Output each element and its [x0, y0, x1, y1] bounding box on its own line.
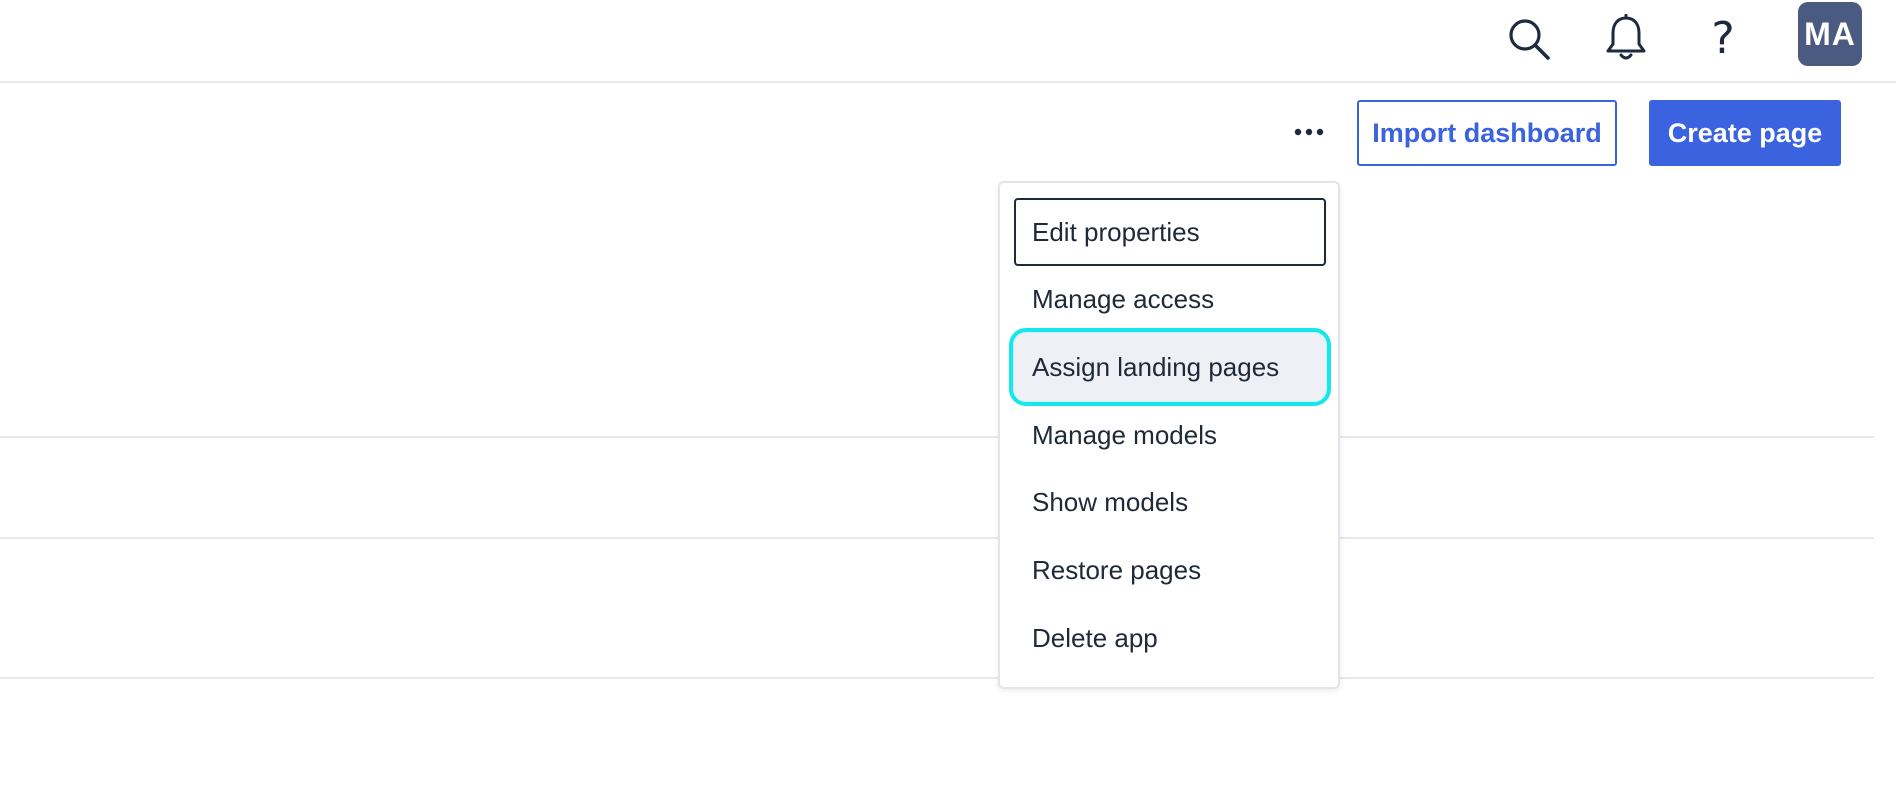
top-bar: ? MA: [0, 0, 1896, 83]
actions-dropdown-menu: Edit properties Manage access Assign lan…: [998, 181, 1340, 689]
help-icon[interactable]: ?: [1692, 8, 1754, 70]
help-glyph: ?: [1711, 13, 1735, 64]
more-options-button[interactable]: [1290, 115, 1328, 149]
menu-item-edit-properties[interactable]: Edit properties: [1014, 198, 1326, 266]
menu-item-assign-landing-pages[interactable]: Assign landing pages: [1009, 328, 1331, 406]
ellipsis-icon: [1294, 123, 1324, 141]
search-icon[interactable]: [1498, 8, 1560, 70]
menu-item-restore-pages[interactable]: Restore pages: [1014, 536, 1326, 604]
avatar[interactable]: MA: [1798, 2, 1862, 66]
menu-item-show-models[interactable]: Show models: [1014, 468, 1326, 536]
create-page-button[interactable]: Create page: [1649, 100, 1841, 166]
row-divider: [0, 677, 1874, 679]
bell-icon[interactable]: [1595, 8, 1657, 70]
row-divider: [0, 537, 1874, 539]
import-dashboard-button[interactable]: Import dashboard: [1357, 100, 1617, 166]
menu-item-delete-app[interactable]: Delete app: [1014, 604, 1326, 672]
row-divider: [0, 436, 1874, 438]
menu-item-manage-models[interactable]: Manage models: [1014, 401, 1326, 469]
menu-item-manage-access[interactable]: Manage access: [1014, 265, 1326, 333]
